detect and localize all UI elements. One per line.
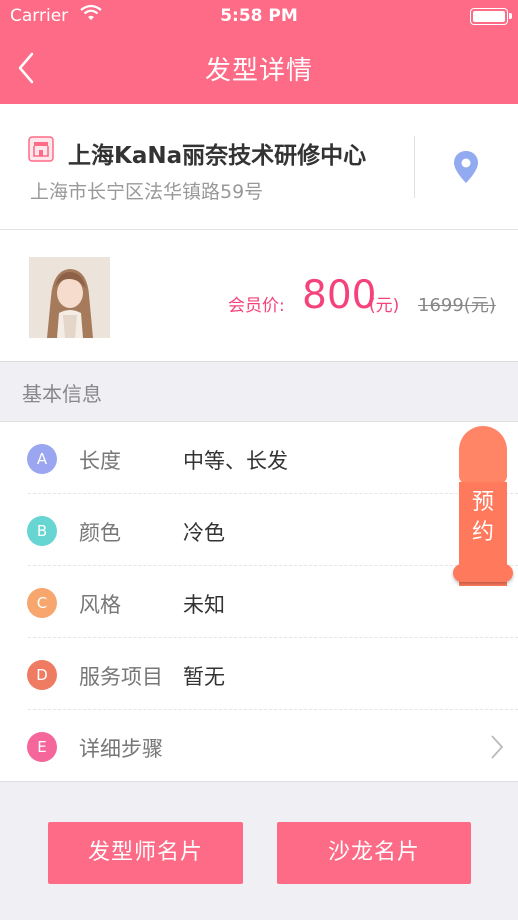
info-label: 风格: [79, 593, 121, 617]
badge-a: A: [27, 444, 57, 474]
shop-icon: [28, 136, 54, 162]
original-price: 1699(元): [418, 295, 496, 316]
member-price-value: 800: [302, 273, 377, 318]
salon-card-button[interactable]: 沙龙名片: [277, 822, 471, 884]
info-row-steps[interactable]: E 详细步骤: [0, 710, 518, 782]
section-title: 基本信息: [22, 382, 102, 406]
badge-c: C: [27, 588, 57, 618]
reserve-button[interactable]: 预 约: [453, 426, 513, 592]
salon-address: 上海市长宁区法华镇路59号: [30, 181, 264, 203]
page-title: 发型详情: [204, 56, 313, 86]
badge-e: E: [27, 732, 57, 762]
badge-b: B: [27, 516, 57, 546]
info-value: 冷色: [183, 521, 225, 545]
info-value: 暂无: [183, 665, 225, 689]
map-pin-icon[interactable]: [453, 150, 479, 184]
stylist-card-button[interactable]: 发型师名片: [48, 822, 243, 884]
member-price-unit: (元): [369, 296, 400, 316]
info-value: 未知: [183, 593, 225, 617]
info-row-length: A 长度 中等、长发: [0, 422, 518, 494]
info-list: A 长度 中等、长发 B 颜色 冷色 C 风格 未知 D 服务项目 暂无 E 详…: [0, 421, 518, 782]
reserve-base: [453, 564, 513, 582]
chevron-right-icon: [490, 734, 504, 760]
price-card: 会员价: 800 (元) 1699(元): [0, 230, 518, 362]
reserve-cap: [459, 426, 507, 484]
clock: 5:58 PM: [220, 6, 298, 26]
info-row-style: C 风格 未知: [0, 566, 518, 638]
reserve-label-1: 预: [471, 490, 494, 515]
reserve-label-2: 约: [471, 520, 494, 545]
battery-icon: [470, 8, 512, 25]
badge-d: D: [27, 660, 57, 690]
info-value: 中等、长发: [183, 449, 288, 473]
salon-name: 上海KaNa丽奈技术研修中心: [68, 143, 367, 169]
nav-bar: Carrier 5:58 PM 发型详情: [0, 0, 518, 104]
status-bar: Carrier 5:58 PM: [0, 0, 518, 34]
info-label: 服务项目: [79, 665, 163, 689]
salon-card[interactable]: 上海KaNa丽奈技术研修中心 上海市长宁区法华镇路59号: [0, 104, 518, 230]
member-price-label: 会员价:: [228, 296, 285, 316]
divider: [414, 136, 415, 198]
info-label: 详细步骤: [79, 737, 163, 761]
info-label: 长度: [79, 449, 121, 473]
info-row-service: D 服务项目 暂无: [0, 638, 518, 710]
info-label: 颜色: [79, 521, 121, 545]
info-row-color: B 颜色 冷色: [0, 494, 518, 566]
hairstyle-photo[interactable]: [29, 257, 110, 338]
